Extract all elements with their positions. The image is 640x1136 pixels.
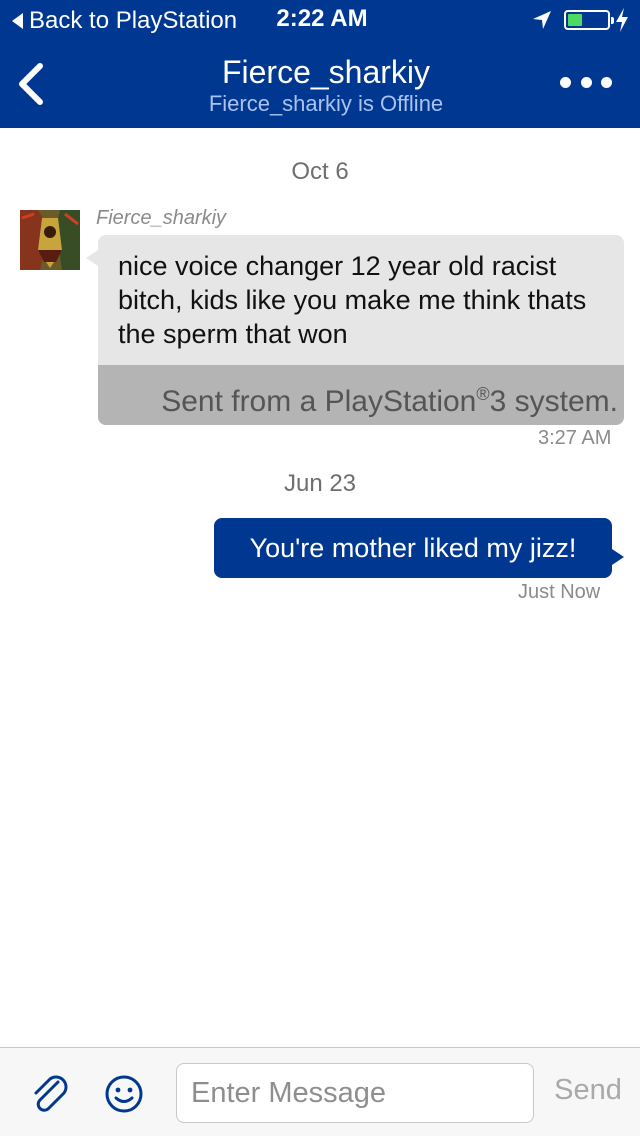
composer-bar: Send xyxy=(0,1047,640,1136)
message-signature: Sent from a PlayStation®3 system. xyxy=(98,365,624,425)
conversation-title: Fierce_sharkiy xyxy=(221,54,431,90)
sender-name: Fierce_sharkiy xyxy=(96,207,227,229)
outgoing-message-bubble[interactable]: You're mother liked my jizz! xyxy=(214,518,612,578)
top-bar: Back to PlayStation 2:22 AM Fierce_shark… xyxy=(0,0,640,128)
outgoing-bubble-tail xyxy=(612,549,624,565)
location-arrow-icon xyxy=(533,11,551,29)
paperclip-icon[interactable] xyxy=(28,1072,72,1116)
nav-bar: Fierce_sharkiy Fierce_sharkiy is Offline xyxy=(0,40,640,128)
date-separator: Jun 23 xyxy=(283,470,357,497)
battery-level xyxy=(568,14,582,26)
incoming-bubble-tail xyxy=(86,250,98,266)
message-input[interactable] xyxy=(176,1063,534,1123)
presence-status: Fierce_sharkiy is Offline xyxy=(208,91,444,116)
charging-bolt-icon xyxy=(616,8,628,32)
incoming-message-time: 3:27 AM xyxy=(538,427,612,449)
avatar[interactable] xyxy=(20,210,80,270)
status-bar: Back to PlayStation 2:22 AM xyxy=(0,0,640,40)
battery-icon xyxy=(564,10,614,30)
date-separator: Oct 6 xyxy=(291,158,349,185)
incoming-message-bubble[interactable]: nice voice changer 12 year old racist bi… xyxy=(98,235,624,425)
smiley-icon[interactable] xyxy=(104,1074,144,1114)
more-dots-icon[interactable] xyxy=(556,64,616,100)
outgoing-message-time: Just Now xyxy=(518,581,601,603)
incoming-message-text: nice voice changer 12 year old racist bi… xyxy=(118,251,587,349)
send-button[interactable]: Send xyxy=(546,1074,630,1107)
avatar-image xyxy=(20,210,80,270)
